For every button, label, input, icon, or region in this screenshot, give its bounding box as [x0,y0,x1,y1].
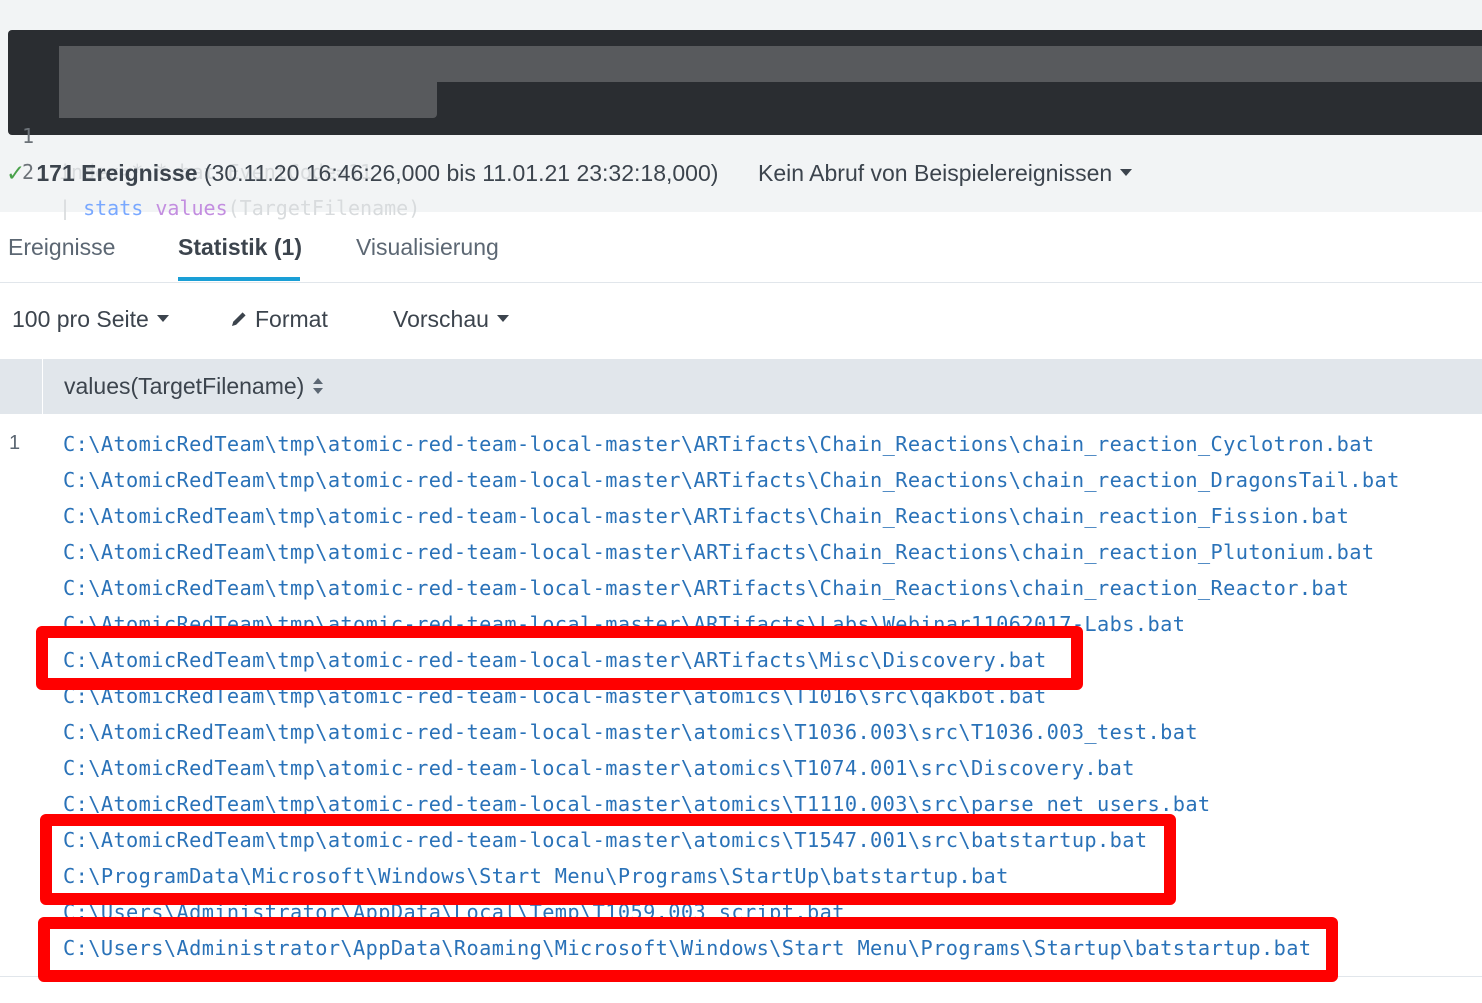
value-item[interactable]: C:\AtomicRedTeam\tmp\atomic-red-team-loc… [63,714,1482,750]
sampling-label: Kein Abruf von Beispielereignissen [758,160,1113,186]
caret-down-icon [156,315,169,323]
value-item[interactable]: C:\AtomicRedTeam\tmp\atomic-red-team-loc… [63,426,1482,462]
per-page-label: 100 pro Seite [12,306,149,332]
preview-dropdown[interactable]: Vorschau [393,302,509,336]
search-editor[interactable]: 1 index=* *.bat EventCode=11 2 | stats v… [8,30,1482,220]
active-tab-indicator [178,277,300,281]
table-header: values(TargetFilename) [0,359,1482,414]
preview-label: Vorschau [393,306,489,332]
search-status: ✓ 171 Ereignisse (30.11.20 16:46:26,000 … [6,156,718,190]
per-page-dropdown[interactable]: 100 pro Seite [12,302,169,336]
caret-down-icon [1120,169,1133,177]
editor-line-1[interactable]: 1 index=* *.bat EventCode=11 [8,46,1482,184]
pencil-icon [232,312,246,326]
sampling-dropdown[interactable]: Kein Abruf von Beispielereignissen [758,156,1133,190]
format-label: Format [255,306,328,332]
value-item[interactable]: C:\AtomicRedTeam\tmp\atomic-red-team-loc… [63,678,1482,714]
results-toolbar: 100 pro Seite Format Vorschau [0,283,1482,359]
value-item[interactable]: C:\AtomicRedTeam\tmp\atomic-red-team-loc… [63,642,1482,678]
value-item[interactable]: C:\AtomicRedTeam\tmp\atomic-red-team-loc… [63,786,1482,822]
value-item[interactable]: C:\ProgramData\Microsoft\Windows\Start M… [63,858,1482,894]
value-item[interactable]: C:\AtomicRedTeam\tmp\atomic-red-team-loc… [63,498,1482,534]
selection-highlight [59,82,437,118]
sort-icon [313,377,324,394]
table-bottom-divider [0,976,1482,977]
value-item[interactable]: C:\AtomicRedTeam\tmp\atomic-red-team-loc… [63,750,1482,786]
value-item[interactable]: C:\AtomicRedTeam\tmp\atomic-red-team-loc… [63,822,1482,858]
value-item[interactable]: C:\Users\Administrator\AppData\Roaming\M… [63,930,1482,966]
column-header-values[interactable]: values(TargetFilename) [64,369,324,403]
event-count: 171 Ereignisse [36,160,198,186]
value-list: C:\AtomicRedTeam\tmp\atomic-red-team-loc… [63,426,1482,966]
column-header-label: values(TargetFilename) [64,373,305,399]
check-icon: ✓ [6,160,26,186]
value-item[interactable]: C:\AtomicRedTeam\tmp\atomic-red-team-loc… [63,462,1482,498]
value-item[interactable]: C:\AtomicRedTeam\tmp\atomic-red-team-loc… [63,534,1482,570]
result-tabs: Ereignisse Statistik (1) Visualisierung [0,212,1482,283]
value-item[interactable]: C:\Users\Administrator\AppData\Local\Tem… [63,894,1482,930]
caret-down-icon [496,315,509,323]
editor-line-2[interactable]: 2 | stats values(TargetFilename) [8,82,1482,220]
row-number-header [0,359,43,414]
format-button[interactable]: Format [230,302,328,336]
time-range: (30.11.20 16:46:26,000 bis 11.01.21 23:3… [203,160,719,186]
row-number: 1 [9,432,21,454]
tab-statistics[interactable]: Statistik (1) [178,230,302,264]
value-item[interactable]: C:\AtomicRedTeam\tmp\atomic-red-team-loc… [63,606,1482,642]
value-item[interactable]: C:\AtomicRedTeam\tmp\atomic-red-team-loc… [63,570,1482,606]
tab-events[interactable]: Ereignisse [8,230,115,264]
tab-visualization[interactable]: Visualisierung [356,230,499,264]
selection-highlight [59,46,1482,82]
